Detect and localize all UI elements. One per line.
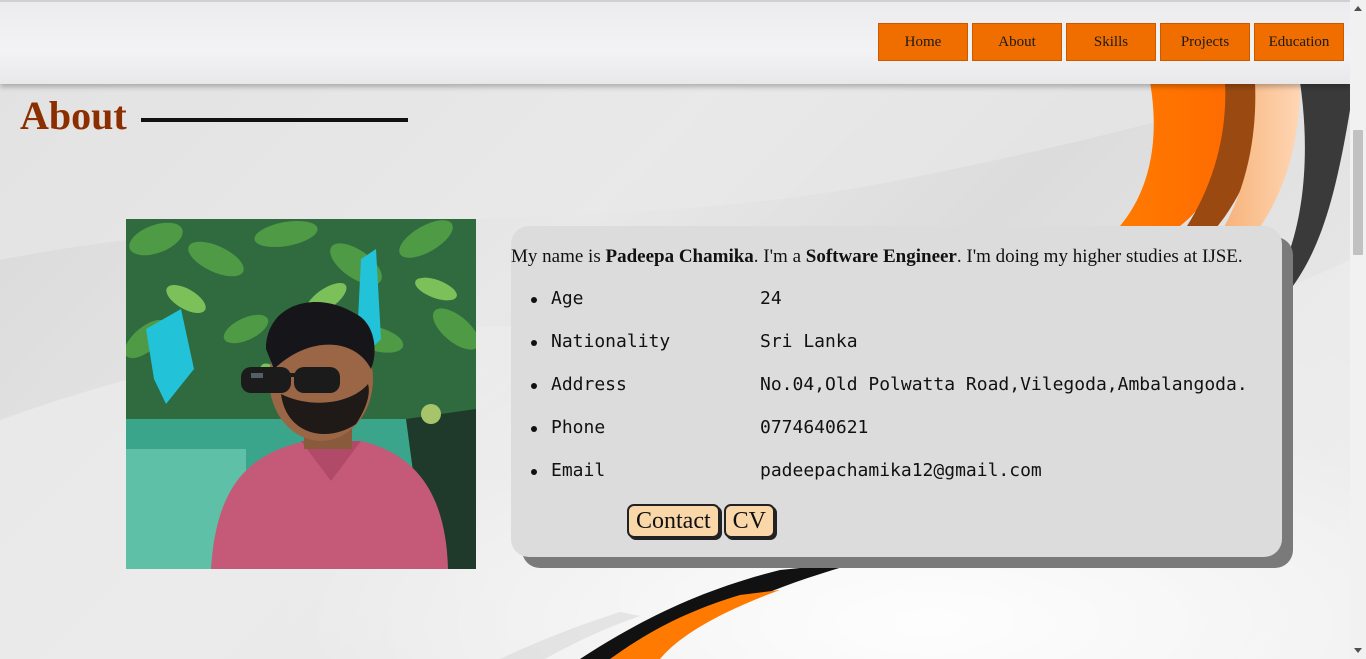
- vertical-scrollbar[interactable]: [1350, 0, 1366, 659]
- top-nav-bar: Home About Skills Projects Education: [0, 0, 1350, 84]
- contact-button[interactable]: Contact: [627, 504, 720, 538]
- detail-value: padeepachamika12@gmail.com: [760, 460, 1042, 481]
- bullet-icon: [531, 383, 537, 389]
- detail-label: Age: [551, 288, 584, 309]
- bullet-icon: [531, 469, 537, 475]
- section-title: About: [20, 93, 127, 138]
- action-buttons: Contact CV: [627, 504, 775, 538]
- detail-label: Email: [551, 460, 606, 481]
- cv-button[interactable]: CV: [723, 504, 775, 538]
- intro-middle: . I'm a: [753, 246, 806, 267]
- detail-label: Address: [551, 374, 627, 395]
- title-underline: [141, 118, 408, 122]
- bullet-icon: [531, 297, 537, 303]
- intro-text: My name is Padeepa Chamika. I'm a Softwa…: [511, 246, 1291, 268]
- detail-value: 24: [760, 288, 782, 309]
- nav-skills-button[interactable]: Skills: [1066, 23, 1156, 61]
- detail-label: Phone: [551, 417, 606, 438]
- bullet-icon: [531, 426, 537, 432]
- intro-suffix: . I'm doing my higher studies at IJSE.: [956, 246, 1243, 267]
- nav-education-button[interactable]: Education: [1254, 23, 1344, 61]
- info-card: My name is Padeepa Chamika. I'm a Softwa…: [511, 226, 1282, 557]
- main-nav: Home About Skills Projects Education: [878, 23, 1344, 61]
- scroll-thumb[interactable]: [1353, 130, 1363, 255]
- nav-home-button[interactable]: Home: [878, 23, 968, 61]
- detail-value: No.04,Old Polwatta Road,Vilegoda,Ambalan…: [760, 374, 1248, 395]
- chevron-down-icon[interactable]: [1354, 648, 1362, 653]
- detail-value: Sri Lanka: [760, 331, 858, 352]
- intro-name: Padeepa Chamika: [605, 246, 754, 267]
- chevron-up-icon[interactable]: [1354, 6, 1362, 11]
- nav-projects-button[interactable]: Projects: [1160, 23, 1250, 61]
- intro-role: Software Engineer: [805, 246, 957, 267]
- bullet-icon: [531, 340, 537, 346]
- intro-prefix: My name is: [511, 246, 606, 267]
- profile-photo: [126, 219, 476, 569]
- detail-value: 0774640621: [760, 417, 869, 438]
- detail-label: Nationality: [551, 331, 671, 352]
- nav-about-button[interactable]: About: [972, 23, 1062, 61]
